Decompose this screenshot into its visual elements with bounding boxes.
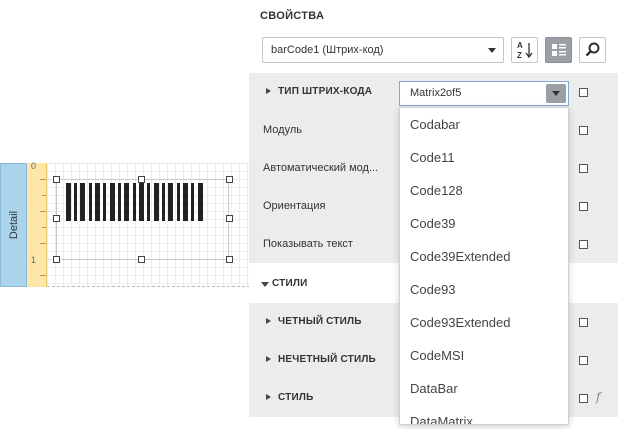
expand-arrow-icon[interactable]	[266, 88, 271, 94]
barcode-bar	[74, 183, 77, 221]
property-label: ТИП ШТРИХ-КОДА	[278, 86, 373, 97]
svg-text:Z: Z	[517, 51, 522, 60]
barcode-bar	[124, 183, 129, 221]
section-label: СТИЛИ	[272, 278, 308, 289]
property-checkbox[interactable]	[579, 394, 588, 403]
expression-icon[interactable]: f	[596, 390, 600, 404]
property-checkbox[interactable]	[579, 240, 588, 249]
property-checkbox[interactable]	[579, 126, 588, 135]
svg-text:A: A	[517, 41, 523, 50]
expand-arrow-icon[interactable]	[266, 394, 271, 400]
dropdown-option[interactable]: Code11	[400, 141, 568, 174]
property-label: Ориентация	[263, 200, 326, 212]
sort-az-icon: A Z	[517, 41, 533, 60]
resize-handle[interactable]	[53, 215, 60, 222]
categories-button[interactable]	[545, 37, 572, 63]
barcode-bar	[95, 183, 100, 221]
dropdown-option[interactable]: DataBar	[400, 372, 568, 405]
property-checkbox[interactable]	[579, 88, 588, 97]
detail-band-tab[interactable]: Detail	[0, 163, 27, 287]
barcode-bar	[162, 183, 165, 221]
dropdown-option[interactable]: Code39	[400, 207, 568, 240]
barcode-bars	[66, 183, 218, 221]
vertical-ruler: 0 1	[27, 161, 47, 287]
dropdown-option[interactable]: Codabar	[400, 108, 568, 141]
barcode-bar	[103, 183, 106, 221]
resize-handle[interactable]	[226, 256, 233, 263]
barcode-bar	[118, 183, 121, 221]
resize-handle[interactable]	[226, 176, 233, 183]
object-selector-value: barCode1 (Штрих-код)	[271, 44, 384, 56]
dropdown-option[interactable]: Code39Extended	[400, 240, 568, 273]
object-selector[interactable]: barCode1 (Штрих-код)	[262, 37, 504, 63]
barcode-bar	[66, 183, 71, 221]
ruler-mark: 0	[31, 161, 37, 171]
barcode-type-dropdown[interactable]: Codabar Code11 Code128 Code39 Code39Extended…	[399, 107, 569, 425]
property-label: СТИЛЬ	[278, 392, 314, 403]
ruler-mark: 1	[31, 255, 37, 265]
property-checkbox[interactable]	[579, 318, 588, 327]
barcode-bar	[133, 183, 136, 221]
panel-title: СВОЙСТВА	[260, 10, 325, 22]
expand-arrow-icon[interactable]	[266, 318, 271, 324]
dropdown-option[interactable]: Code93	[400, 273, 568, 306]
dropdown-option[interactable]: DataMatrix	[400, 405, 568, 424]
barcode-bar	[139, 183, 144, 221]
resize-handle[interactable]	[138, 176, 145, 183]
barcode-bar	[183, 183, 188, 221]
property-label: Автоматический мод...	[263, 162, 379, 174]
chevron-down-icon[interactable]	[546, 84, 566, 103]
barcode-bar	[154, 183, 159, 221]
search-icon	[585, 42, 600, 57]
barcode-type-value: Matrix2of5	[410, 87, 462, 99]
resize-handle[interactable]	[53, 256, 60, 263]
barcode-bar	[177, 183, 180, 221]
chevron-down-icon	[488, 48, 496, 53]
property-checkbox[interactable]	[579, 356, 588, 365]
dropdown-option[interactable]: Code128	[400, 174, 568, 207]
categories-icon	[552, 44, 566, 56]
property-label: Модуль	[263, 124, 302, 136]
property-label: НЕЧЕТНЫЙ СТИЛЬ	[278, 354, 376, 365]
search-button[interactable]	[579, 37, 606, 63]
barcode-bar	[198, 183, 203, 221]
band-label: Detail	[7, 210, 20, 240]
expand-arrow-icon[interactable]	[266, 356, 271, 362]
barcode-bar	[80, 183, 85, 221]
property-checkbox[interactable]	[579, 202, 588, 211]
dropdown-option[interactable]: Code93Extended	[400, 306, 568, 339]
resize-handle[interactable]	[138, 256, 145, 263]
barcode-bar	[89, 183, 92, 221]
barcode-bar	[110, 183, 115, 221]
property-label: ЧЕТНЫЙ СТИЛЬ	[278, 316, 362, 327]
dropdown-option[interactable]: CodeMSI	[400, 339, 568, 372]
collapse-arrow-icon[interactable]	[261, 282, 269, 287]
property-checkbox[interactable]	[579, 164, 588, 173]
barcode-bar	[147, 183, 150, 221]
resize-handle[interactable]	[53, 176, 60, 183]
barcode-bar	[168, 183, 173, 221]
sort-button[interactable]: A Z	[511, 37, 538, 63]
barcode-bar	[191, 183, 194, 221]
resize-handle[interactable]	[226, 215, 233, 222]
barcode-type-select[interactable]: Matrix2of5	[399, 81, 569, 106]
property-label: Показывать текст	[263, 238, 353, 250]
